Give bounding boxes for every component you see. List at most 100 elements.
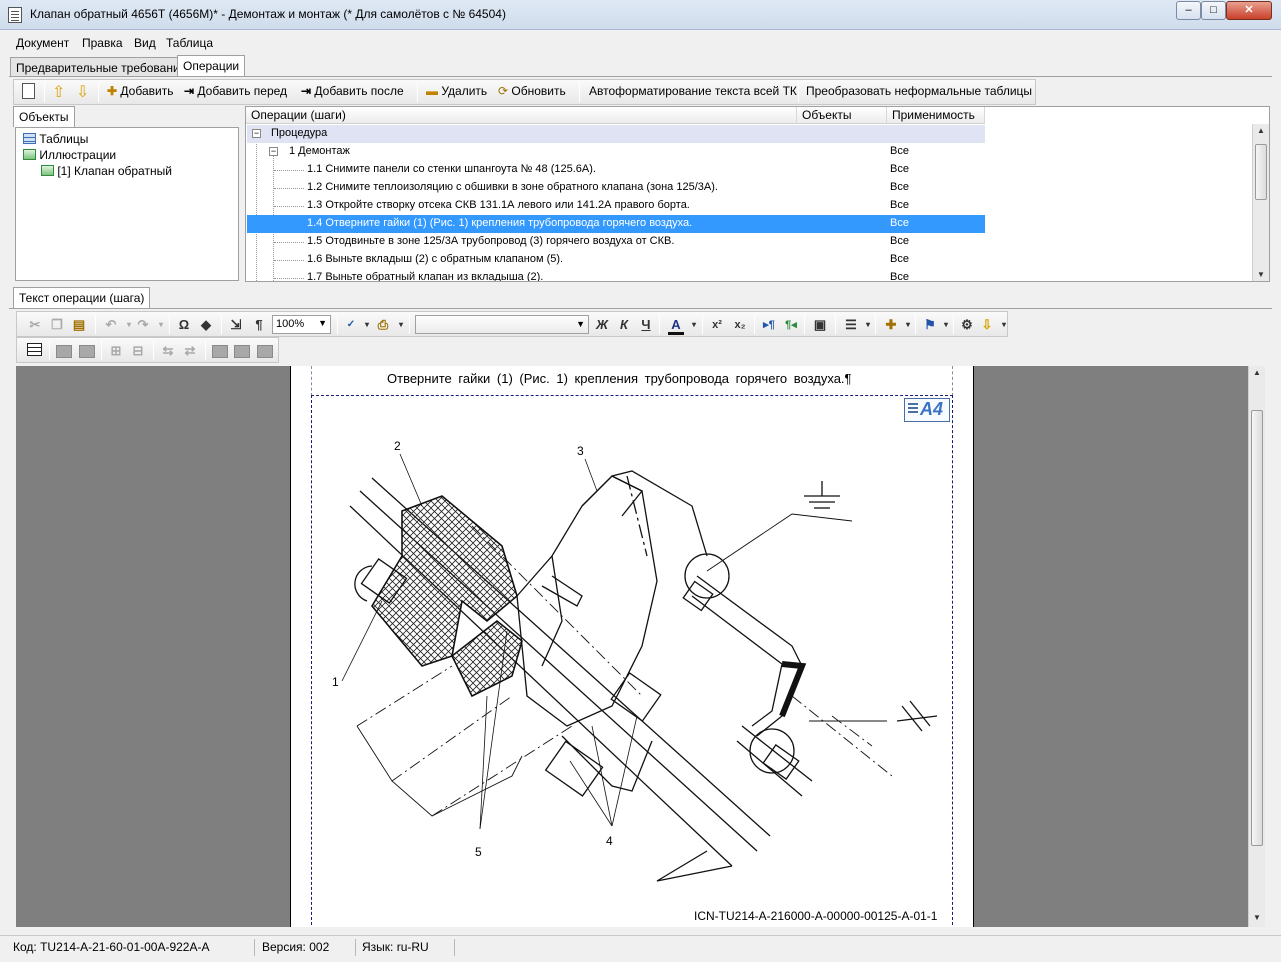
column-header-operations[interactable]: Операции (шаги) [246,107,797,124]
ltr-button[interactable]: ▸¶ [761,317,777,333]
row-label: 1.1 Снимите панели со стенки шпангоута №… [307,163,596,175]
link-dropdown[interactable]: ▾ [938,317,954,333]
table-row[interactable]: 1.7 Выньте обратный клапан из вкладыша (… [247,269,985,281]
table-action-4[interactable]: ⊟ [130,343,146,359]
menu-document[interactable]: Документ [16,36,69,50]
convert-tables-button[interactable]: Преобразовать неформальные таблицы [806,84,1032,98]
tab-prerequisites[interactable]: Предварительные требования [10,57,193,77]
show-formatting-button[interactable]: ¶ [251,317,267,333]
column-header-objects[interactable]: Объекты [797,107,887,124]
table-icon [23,133,36,144]
list-button[interactable]: ☰ [843,317,859,333]
maximize-button[interactable]: □ [1201,1,1226,20]
menu-table[interactable]: Таблица [166,36,213,50]
table-row[interactable]: 1.6 Выньте вкладыш (2) с обратным клапан… [247,251,985,269]
insert-table-button[interactable] [26,343,42,359]
column-header-applicability[interactable]: Применимость [887,107,985,124]
insert-object-button[interactable]: ✚ [883,317,899,333]
tree-item-valve[interactable]: [1] Клапан обратный [41,164,172,178]
table-action-1[interactable] [56,345,72,358]
plus-icon: ✚ [107,84,118,98]
table-row[interactable]: − 1 Демонтаж Все [247,143,985,161]
table-row[interactable]: 1.5 Отодвиньте в зоне 125/3А трубопровод… [247,233,985,251]
scrollbar-thumb[interactable] [1251,410,1263,846]
copy-button[interactable]: ❐ [49,317,65,333]
figure-frame[interactable]: A4 1 2 3 4 5 ICN-TU214-A-216000-A-00000-… [311,395,953,927]
table-action-5[interactable]: ⇆ [160,343,176,359]
scrollbar-thumb[interactable] [1255,144,1267,200]
table-row[interactable]: − Процедура [247,125,985,143]
link-button[interactable]: ⚑ [922,317,938,333]
table-action-3[interactable]: ⊞ [108,343,124,359]
move-dropdown[interactable]: ▾ [996,317,1012,333]
zoom-select[interactable]: 100% ▼ [272,315,331,334]
refresh-button[interactable]: ⟳ Обновить [498,84,566,98]
insert-object-dropdown[interactable]: ▾ [900,317,916,333]
font-color-button[interactable]: А [668,317,684,335]
superscript-button[interactable]: x² [708,317,726,333]
underline-button[interactable]: Ч [638,317,654,333]
redo-dropdown[interactable]: ▾ [153,317,169,333]
menu-edit[interactable]: Правка [82,36,123,50]
print-dropdown[interactable]: ▾ [393,317,409,333]
table-row-selected[interactable]: 1.4 Отверните гайки (1) (Рис. 1) креплен… [247,215,985,233]
paste-button[interactable]: ▤ [71,317,87,333]
table-action-9[interactable] [257,345,273,358]
style-select[interactable]: ▼ [415,315,589,334]
table-action-7[interactable] [212,345,228,358]
insert-image-button[interactable]: ▣ [812,317,828,333]
document-viewport: Отверните гайки (1) (Рис. 1) крепления т… [16,366,1248,927]
document-scrollbar[interactable]: ▲ ▼ [1248,366,1265,927]
tree-item-illustrations[interactable]: Иллюстрации [23,148,116,162]
row-applicability: Все [890,235,909,247]
table-row[interactable]: 1.1 Снимите панели со стенки шпангоута №… [247,161,985,179]
add-after-button[interactable]: ⇥ Добавить после [301,84,404,98]
tab-strip-line [9,76,1272,77]
list-dropdown[interactable]: ▾ [860,317,876,333]
settings-button[interactable]: ⚙ [959,317,975,333]
undo-button[interactable]: ↶ [103,317,119,333]
special-character-button[interactable]: Ω [176,317,192,333]
paste-special-button[interactable] [22,83,35,99]
step-paragraph[interactable]: Отверните гайки (1) (Рис. 1) крепления т… [311,366,953,396]
cursor-select-button[interactable]: ⇲ [228,317,244,333]
add-button[interactable]: ✚ Добавить [107,84,173,98]
operations-scrollbar[interactable]: ▲ ▼ [1252,124,1269,281]
delete-label: Удалить [441,84,488,98]
redo-button[interactable]: ↷ [135,317,151,333]
collapse-icon[interactable]: − [252,129,261,138]
operations-toolbar: ⇧ ⇩ ✚ Добавить ⇥ Добавить перед ⇥ Добави… [13,79,1036,105]
autoformat-button[interactable]: Автоформатирование текста всей ТК [589,84,797,98]
font-color-dropdown[interactable]: ▾ [686,317,702,333]
move-down-button[interactable]: ⇩ [76,82,89,102]
tag-button[interactable]: ◆ [198,317,214,333]
spellcheck-button[interactable]: ✓ [343,317,359,333]
arrow-down-icon: ⇩ [76,84,90,101]
cut-button[interactable]: ✂ [27,317,43,333]
table-action-8[interactable] [234,345,250,358]
collapse-icon[interactable]: − [269,147,278,156]
menu-view[interactable]: Вид [134,36,156,50]
spellcheck-icon: ✓ [346,319,356,330]
tab-step-text[interactable]: Текст операции (шага) [13,287,151,308]
minimize-button[interactable]: – [1176,1,1201,20]
tab-operations[interactable]: Операции [177,55,246,77]
table-row[interactable]: 1.3 Откройте створку отсека СКВ 131.1А л… [247,197,985,215]
table-action-2[interactable] [79,345,95,358]
chevron-down-icon: ▼ [576,319,585,329]
tab-objects[interactable]: Объекты [13,106,75,127]
rtl-button[interactable]: ¶◂ [783,317,799,333]
delete-button[interactable]: ▬ Удалить [426,84,487,98]
italic-button[interactable]: К [616,317,632,333]
print-button[interactable]: ⎙ [375,317,391,333]
add-before-button[interactable]: ⇥ Добавить перед [184,84,287,98]
move-up-button[interactable]: ⇧ [52,82,65,102]
tree-item-tables[interactable]: Таблицы [23,132,88,146]
table-action-6[interactable]: ⇄ [182,343,198,359]
table-row[interactable]: 1.2 Снимите теплоизоляцию с обшивки в зо… [247,179,985,197]
bold-button[interactable]: Ж [594,317,610,333]
subscript-button[interactable]: x₂ [731,317,749,333]
spellcheck-dropdown[interactable]: ▾ [359,317,375,333]
close-button[interactable]: ✕ [1226,1,1272,20]
move-down-object-button[interactable]: ⇩ [979,317,995,333]
